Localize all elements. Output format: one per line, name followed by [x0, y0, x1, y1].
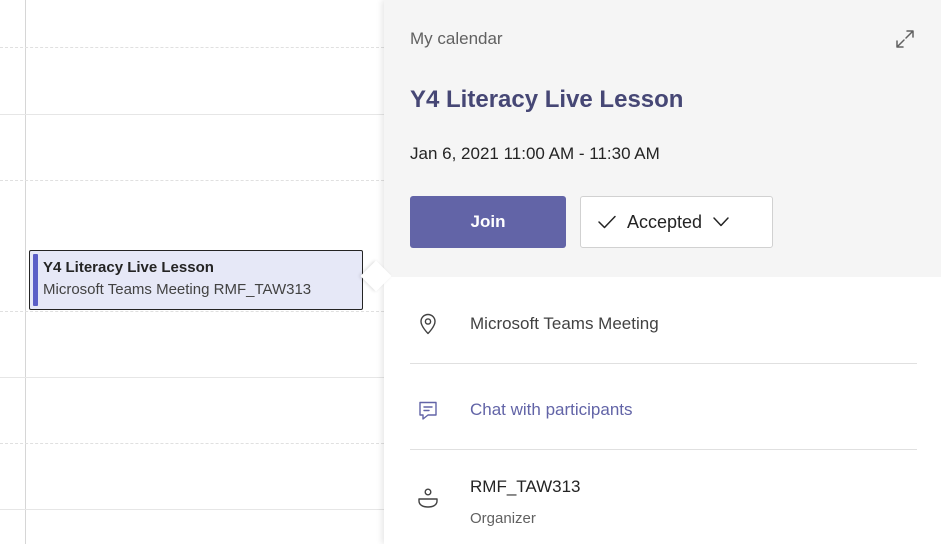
event-details-card: My calendar Y4 Literacy Live Lesson Jan … [384, 0, 941, 544]
chat-label: Chat with participants [470, 400, 633, 419]
rsvp-label: Accepted [627, 211, 703, 232]
event-title: Y4 Literacy Live Lesson [410, 86, 684, 113]
chat-with-participants-link[interactable]: Chat with participants [410, 366, 917, 452]
half-hour-line [0, 311, 384, 312]
rsvp-dropdown[interactable]: Accepted [580, 196, 773, 248]
organizer-name: RMF_TAW313 [470, 477, 581, 496]
chevron-down-icon [713, 217, 729, 227]
hour-line [0, 377, 384, 378]
location-text: Microsoft Teams Meeting [470, 314, 659, 333]
half-hour-line [0, 47, 384, 48]
calendar-name: My calendar [410, 29, 503, 48]
join-button[interactable]: Join [410, 196, 566, 248]
row-divider [410, 449, 917, 450]
calendar-grid: Y4 Literacy Live Lesson Microsoft Teams … [0, 0, 384, 544]
hour-line [0, 509, 384, 510]
calendar-event-block[interactable]: Y4 Literacy Live Lesson Microsoft Teams … [29, 250, 363, 310]
day-column-line [25, 0, 26, 544]
chat-icon [419, 401, 437, 420]
check-icon [598, 215, 616, 229]
event-time: Jan 6, 2021 11:00 AM - 11:30 AM [410, 144, 660, 163]
location-row: Microsoft Teams Meeting [410, 280, 917, 366]
organizer-icon [418, 488, 438, 508]
event-block-subtitle: Microsoft Teams Meeting RMF_TAW313 [43, 281, 312, 298]
half-hour-line [0, 443, 384, 444]
row-divider [410, 363, 917, 364]
half-hour-line [0, 180, 384, 181]
event-block-title: Y4 Literacy Live Lesson [43, 259, 214, 276]
organizer-role: Organizer [470, 510, 536, 527]
hour-line [0, 114, 384, 115]
organizer-row: RMF_TAW313 Organizer [410, 452, 917, 544]
card-header: My calendar Y4 Literacy Live Lesson Jan … [384, 0, 941, 277]
event-accent-bar [33, 254, 38, 306]
expand-icon[interactable] [892, 26, 918, 52]
location-icon [420, 313, 436, 335]
